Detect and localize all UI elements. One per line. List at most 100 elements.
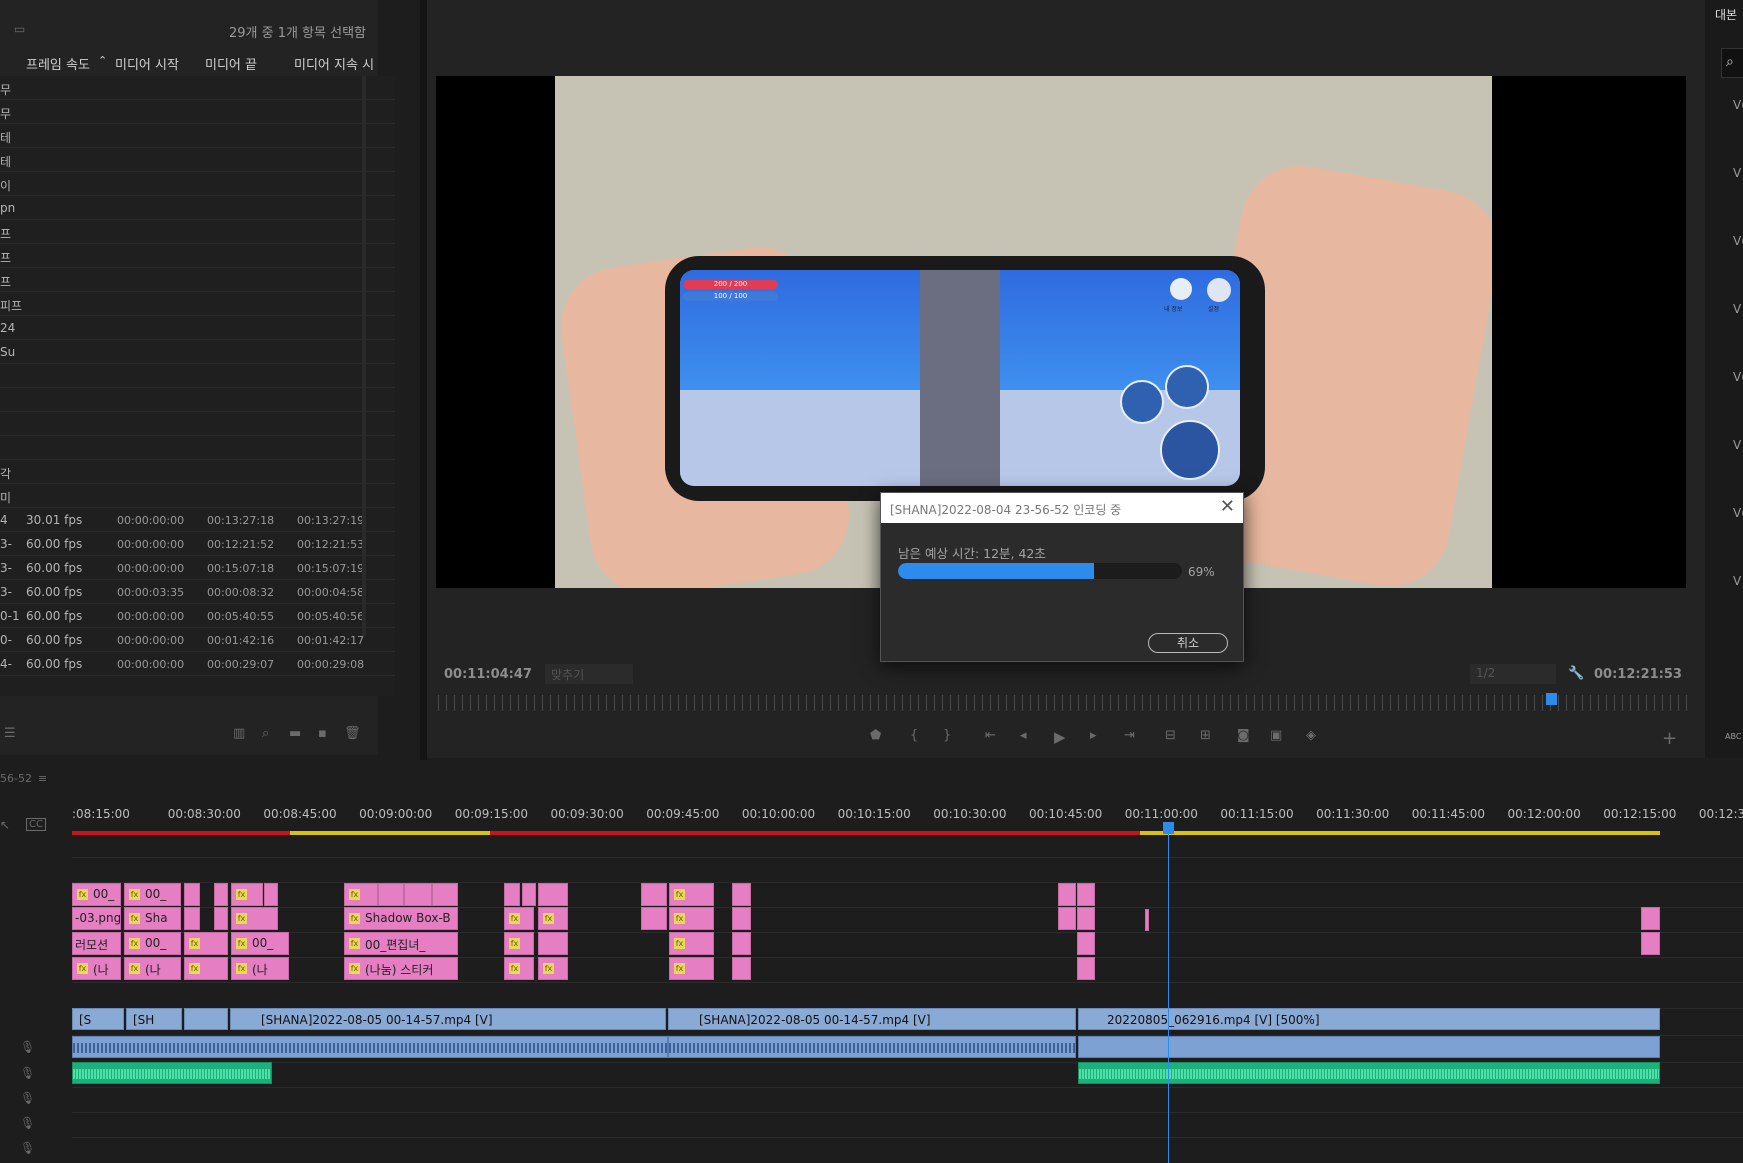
project-item-row[interactable]: 프 [0, 268, 395, 292]
graphic-clip[interactable]: fx (나 [231, 957, 289, 980]
project-item-row[interactable]: 테 [0, 148, 395, 172]
col-frame-rate[interactable]: 프레임 속도 [26, 54, 90, 73]
list-view-icon[interactable]: ☰ [4, 726, 16, 741]
graphic-clip[interactable] [504, 883, 520, 906]
folder-icon[interactable]: ▭ [14, 22, 25, 36]
timeline-playhead-handle[interactable] [1163, 822, 1174, 834]
dialog-titlebar[interactable]: [SHANA]2022-08-04 23-56-52 인코딩 중 ✕ [881, 493, 1243, 523]
graphic-clip[interactable]: fx Shadow Box-B [344, 907, 458, 930]
video-clip[interactable] [184, 1008, 228, 1030]
menu-icon[interactable]: ≡ [38, 772, 47, 785]
graphic-clip[interactable] [184, 883, 200, 906]
graphic-clip[interactable]: fx [538, 907, 568, 930]
project-item-row[interactable]: 3- 60.00 fps 00:00:03:35 00:00:08:32 00:00:0… [0, 580, 395, 604]
timeline-playhead[interactable] [1168, 822, 1169, 1163]
video-clip[interactable]: [SH [126, 1008, 182, 1030]
graphic-clip[interactable] [1058, 907, 1076, 930]
wrench-icon[interactable]: ↖ [0, 818, 10, 832]
project-item-row[interactable]: 프 [0, 220, 395, 244]
graphic-clip[interactable]: fx 00_편집녀_ [344, 932, 458, 955]
audio-clip[interactable] [72, 1062, 272, 1084]
graphic-clip[interactable]: fx [504, 907, 534, 930]
wrench-icon[interactable]: 🔧 [1568, 666, 1584, 681]
video-clip[interactable]: 20220805_062916.mp4 [V] [500%] [1078, 1008, 1660, 1030]
graphic-clip[interactable]: fx Sha [124, 907, 181, 930]
graphic-clip[interactable]: fx [504, 932, 534, 955]
graphic-clip[interactable] [732, 883, 751, 906]
graphic-clip[interactable] [404, 883, 432, 906]
project-item-row[interactable]: 0-1 60.00 fps 00:00:00:00 00:05:40:55 00:05:… [0, 604, 395, 628]
current-timecode[interactable]: 00:11:04:47 [444, 667, 532, 682]
project-item-row[interactable] [0, 436, 395, 460]
project-item-row[interactable]: 미 [0, 484, 395, 508]
project-item-row[interactable] [0, 412, 395, 436]
graphic-clip[interactable]: fx [669, 883, 714, 906]
mark-out-icon[interactable]: } [943, 728, 951, 743]
graphic-clip[interactable] [732, 907, 751, 930]
project-item-row[interactable]: 테 [0, 124, 395, 148]
extract-icon[interactable]: ⊞ [1200, 728, 1211, 743]
freeform-icon[interactable]: ▥ [233, 726, 245, 741]
graphic-clip[interactable] [214, 883, 228, 906]
spellcheck-label[interactable]: ABC [1725, 732, 1741, 741]
graphic-clip[interactable]: fx (나 [124, 957, 181, 980]
col-media-start[interactable]: 미디어 시작 [115, 54, 179, 73]
graphic-clip[interactable] [1077, 907, 1095, 930]
project-item-row[interactable]: pn [0, 196, 395, 220]
project-item-row[interactable]: 각 [0, 460, 395, 484]
captions-icon[interactable]: CC [26, 818, 46, 831]
project-item-row[interactable]: 4 30.01 fps 00:00:00:00 00:13:27:18 00:13:27… [0, 508, 395, 532]
graphic-clip[interactable]: fx [184, 957, 228, 980]
graphic-clip[interactable] [1145, 909, 1149, 931]
project-item-row[interactable] [0, 364, 395, 388]
trash-icon[interactable]: 🗑 [344, 726, 361, 741]
go-to-in-icon[interactable]: ⇤ [985, 728, 996, 743]
new-item-icon[interactable]: ▪ [318, 726, 327, 741]
resolution-select[interactable]: 1/2 [1470, 664, 1556, 684]
video-clip[interactable]: [S [72, 1008, 124, 1030]
microphone-icon[interactable]: 🎙 [20, 1141, 35, 1155]
graphic-clip[interactable]: fx 00_ [231, 932, 289, 955]
project-item-row[interactable]: 4- 60.00 fps 00:00:00:00 00:00:29:07 00:00:2… [0, 652, 395, 676]
microphone-icon[interactable]: 🎙 [20, 1116, 35, 1130]
graphic-clip[interactable] [641, 907, 667, 930]
audio-clip[interactable] [1078, 1036, 1660, 1058]
comparison-view-icon[interactable]: ▣ [1270, 728, 1282, 743]
timeline-ruler[interactable]: :08:15:00 00:08:30:00 00:08:45:00 00:09:00:… [72, 800, 1743, 830]
project-item-row[interactable]: 0- 60.00 fps 00:00:00:00 00:01:42:16 00:01:4… [0, 628, 395, 652]
monitor-playhead[interactable] [1546, 693, 1557, 705]
project-item-row[interactable]: 무 [0, 76, 395, 100]
graphic-clip[interactable]: 러모션 [72, 932, 121, 955]
graphic-clip[interactable] [1058, 883, 1076, 906]
project-item-row[interactable]: 3- 60.00 fps 00:00:00:00 00:12:21:52 00:12:2… [0, 532, 395, 556]
graphic-clip[interactable]: fx [669, 907, 714, 930]
graphic-clip[interactable]: fx (나 [72, 957, 121, 980]
vr-icon[interactable]: ◈ [1306, 728, 1316, 743]
project-scrollbar[interactable] [362, 76, 366, 636]
project-item-row[interactable]: Su [0, 340, 395, 364]
col-media-duration[interactable]: 미디어 지속 시 [294, 54, 374, 73]
graphic-clip[interactable] [538, 932, 568, 955]
mark-in-icon[interactable]: { [910, 728, 918, 743]
graphic-clip[interactable]: fx [184, 932, 228, 955]
go-to-out-icon[interactable]: ⇥ [1124, 728, 1135, 743]
graphic-clip[interactable] [184, 907, 200, 930]
graphic-clip[interactable]: fx 00_ [124, 932, 181, 955]
search-icon[interactable]: ⌕ [262, 726, 269, 741]
audio-clip[interactable] [1078, 1062, 1660, 1084]
project-item-row[interactable]: 3- 60.00 fps 00:00:00:00 00:15:07:18 00:15:0… [0, 556, 395, 580]
sequence-tab[interactable]: 56-52 [0, 772, 32, 785]
graphic-clip[interactable] [732, 957, 751, 980]
panel-divider[interactable] [420, 0, 427, 760]
new-bin-icon[interactable]: ▬ [289, 726, 301, 741]
project-item-row[interactable] [0, 388, 395, 412]
zoom-select[interactable]: 맞추기 [545, 664, 633, 684]
project-item-row[interactable]: 무 [0, 100, 395, 124]
graphic-clip[interactable] [214, 907, 228, 930]
video-clip[interactable]: [SHANA]2022-08-05 00-14-57.mp4 [V] [230, 1008, 666, 1030]
audio-clip[interactable] [72, 1036, 668, 1058]
graphic-clip[interactable] [1077, 932, 1095, 955]
add-button-icon[interactable]: + [1662, 728, 1677, 749]
graphic-clip[interactable] [264, 883, 278, 906]
step-back-icon[interactable]: ◂ [1020, 728, 1027, 743]
